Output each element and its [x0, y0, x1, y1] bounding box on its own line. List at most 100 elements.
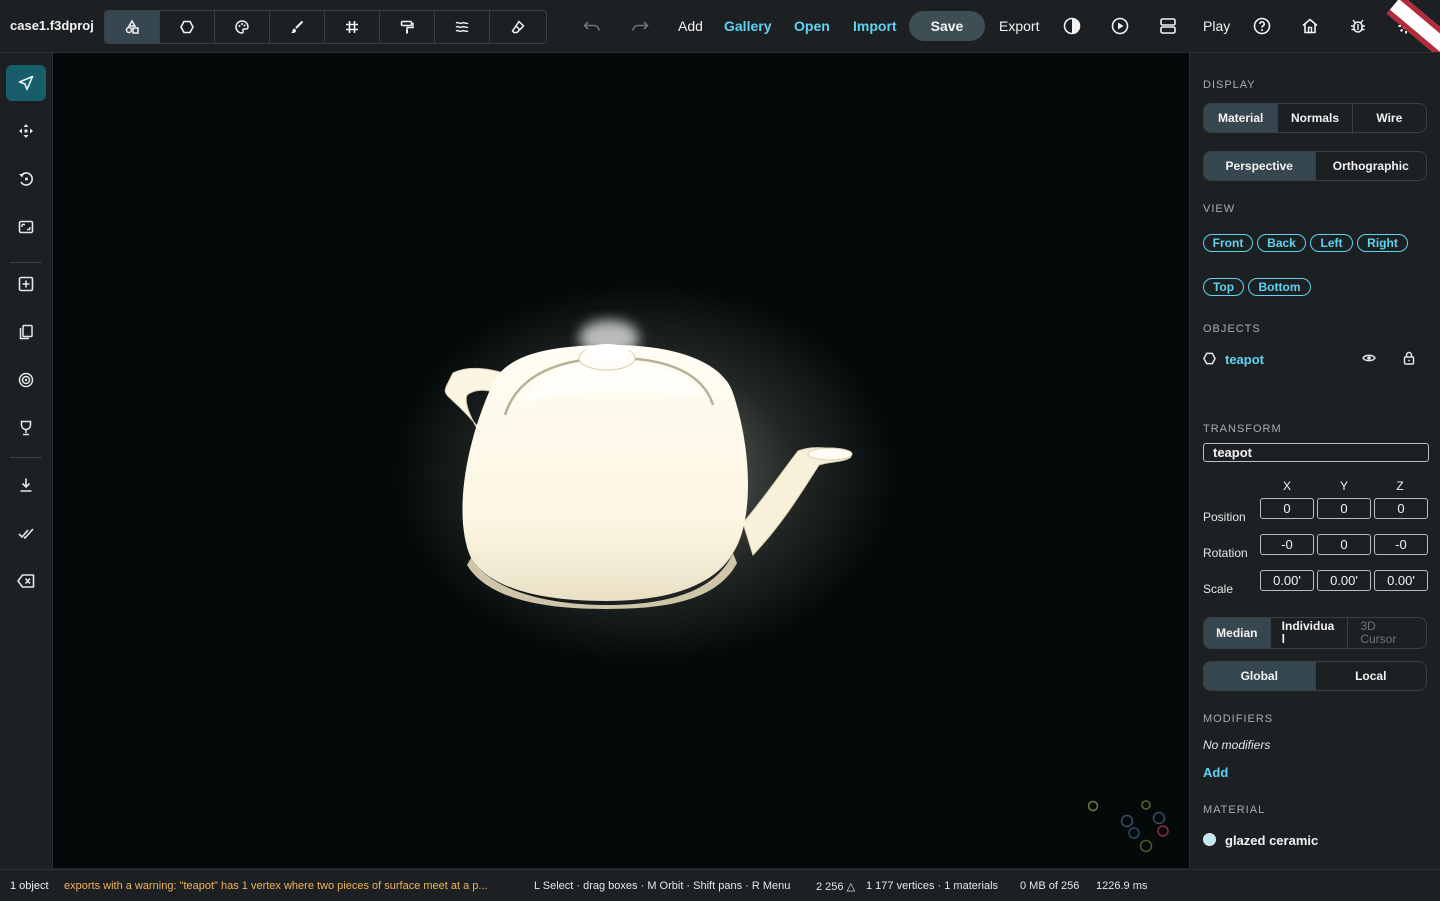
- home-icon: [1301, 17, 1319, 35]
- grid-icon: [345, 20, 359, 34]
- validate-button[interactable]: [6, 515, 46, 551]
- mode-texture-button[interactable]: [380, 11, 435, 43]
- view-top-button[interactable]: Top: [1203, 278, 1244, 296]
- mode-object-button[interactable]: [160, 11, 215, 43]
- rotate-tool-button[interactable]: [6, 161, 46, 197]
- view-bottom-button[interactable]: Bottom: [1248, 278, 1311, 296]
- object-row[interactable]: teapot: [1203, 351, 1429, 369]
- import-button[interactable]: Import: [853, 18, 897, 34]
- add-primitive-button[interactable]: [6, 266, 46, 302]
- backspace-icon: [17, 573, 35, 589]
- space-selector: Global Local: [1203, 661, 1427, 691]
- help-icon: [1253, 17, 1271, 35]
- add-modifier-button[interactable]: Add: [1203, 765, 1228, 780]
- display-heading: DISPLAY: [1203, 79, 1256, 91]
- projection-selector: Perspective Orthographic: [1203, 151, 1427, 181]
- status-bar: 1 object exports with a warning: "teapot…: [0, 869, 1440, 901]
- paint-roller-icon: [400, 20, 414, 34]
- view-front-button[interactable]: Front: [1203, 234, 1253, 252]
- export-warning[interactable]: exports with a warning: "teapot" has 1 v…: [64, 880, 488, 892]
- eye-icon[interactable]: [1362, 353, 1376, 363]
- brush-icon: [290, 20, 304, 34]
- mode-layers-button[interactable]: [435, 11, 490, 43]
- shading-selector: Material Normals Wire: [1203, 103, 1427, 133]
- material-tool-button[interactable]: [6, 410, 46, 446]
- projection-perspective-option[interactable]: Perspective: [1204, 152, 1316, 180]
- gallery-button[interactable]: Gallery: [724, 18, 771, 34]
- object-name-input[interactable]: [1203, 443, 1429, 462]
- scale-y-input[interactable]: [1317, 570, 1371, 591]
- mode-paint-button[interactable]: [215, 11, 270, 43]
- contrast-button[interactable]: [1060, 14, 1084, 38]
- download-button[interactable]: [6, 467, 46, 503]
- axis-x-label: X: [1282, 479, 1291, 493]
- undo-button[interactable]: [580, 14, 604, 38]
- select-tool-button[interactable]: [6, 65, 46, 101]
- shading-normals-option[interactable]: Normals: [1278, 104, 1353, 132]
- rotation-x-input[interactable]: [1260, 534, 1314, 555]
- 3d-viewport[interactable]: [53, 53, 1189, 868]
- clear-button[interactable]: [6, 563, 46, 599]
- redo-icon: [631, 19, 649, 33]
- projection-orthographic-option[interactable]: Orthographic: [1316, 152, 1427, 180]
- bug-icon: [1349, 17, 1367, 35]
- pivot-3d-cursor-option[interactable]: 3D Cursor: [1348, 618, 1426, 648]
- space-global-option[interactable]: Global: [1204, 662, 1316, 690]
- debug-button[interactable]: [1346, 14, 1370, 38]
- material-row[interactable]: glazed ceramic: [1203, 832, 1429, 850]
- home-button[interactable]: [1298, 14, 1322, 38]
- position-z-input[interactable]: [1374, 498, 1428, 519]
- shading-material-option[interactable]: Material: [1204, 104, 1279, 132]
- properties-panel: DISPLAY Material Normals Wire Perspectiv…: [1189, 53, 1440, 868]
- pivot-selector: Median Individua l 3D Cursor: [1203, 617, 1427, 649]
- axis-z-label: Z: [1396, 479, 1404, 493]
- rotation-z-input[interactable]: [1374, 534, 1428, 555]
- position-x-input[interactable]: [1260, 498, 1314, 519]
- mode-brush-button[interactable]: [270, 11, 325, 43]
- scale-x-input[interactable]: [1260, 570, 1314, 591]
- lock-icon[interactable]: [1403, 351, 1415, 365]
- mode-grid-button[interactable]: [325, 11, 380, 43]
- pivot-median-option[interactable]: Median: [1204, 618, 1271, 648]
- view-heading: VIEW: [1203, 203, 1236, 215]
- rotation-y-input[interactable]: [1317, 534, 1371, 555]
- play-button[interactable]: Play: [1203, 18, 1230, 34]
- palette-icon: [235, 20, 249, 34]
- split-view-button[interactable]: [1156, 14, 1180, 38]
- add-button[interactable]: Add: [678, 18, 703, 34]
- redo-button[interactable]: [628, 14, 652, 38]
- space-local-option[interactable]: Local: [1316, 662, 1427, 690]
- add-box-icon: [18, 276, 34, 292]
- scene-canvas[interactable]: [53, 53, 1189, 868]
- scale-z-input[interactable]: [1374, 570, 1428, 591]
- goblet-icon: [18, 420, 34, 436]
- view-left-button[interactable]: Left: [1310, 234, 1353, 252]
- move-tool-button[interactable]: [6, 113, 46, 149]
- frame-tool-button[interactable]: [6, 209, 46, 245]
- save-button[interactable]: Save: [909, 11, 985, 41]
- view-back-button[interactable]: Back: [1257, 234, 1306, 252]
- pivot-individual-option[interactable]: Individua l: [1271, 618, 1349, 648]
- project-title: case1.f3dproj: [10, 18, 94, 33]
- navigation-gizmo[interactable]: [1087, 800, 1169, 853]
- open-button[interactable]: Open: [794, 18, 830, 34]
- object-name[interactable]: teapot: [1225, 352, 1264, 367]
- axis-y-label: Y: [1339, 479, 1348, 493]
- mode-shapes-button[interactable]: [105, 11, 160, 43]
- focus-target-button[interactable]: [6, 362, 46, 398]
- position-y-input[interactable]: [1317, 498, 1371, 519]
- export-button[interactable]: Export: [999, 18, 1039, 34]
- preview-play-button[interactable]: [1108, 14, 1132, 38]
- help-button[interactable]: [1250, 14, 1274, 38]
- layers-icon: [455, 20, 469, 34]
- shading-wire-option[interactable]: Wire: [1353, 104, 1426, 132]
- mesh-stats: 1 177 vertices · 1 materials: [866, 880, 999, 892]
- top-toolbar: case1.f3dproj Add Gallery Open Import Sa…: [0, 0, 1440, 53]
- scale-label: Scale: [1203, 582, 1234, 596]
- duplicate-button[interactable]: [6, 314, 46, 350]
- view-right-button[interactable]: Right: [1357, 234, 1408, 252]
- contrast-icon: [1063, 17, 1081, 35]
- face-count: 2 256 △: [816, 881, 856, 893]
- mode-eraser-button[interactable]: [490, 11, 546, 43]
- object-mode-icon: [180, 20, 194, 34]
